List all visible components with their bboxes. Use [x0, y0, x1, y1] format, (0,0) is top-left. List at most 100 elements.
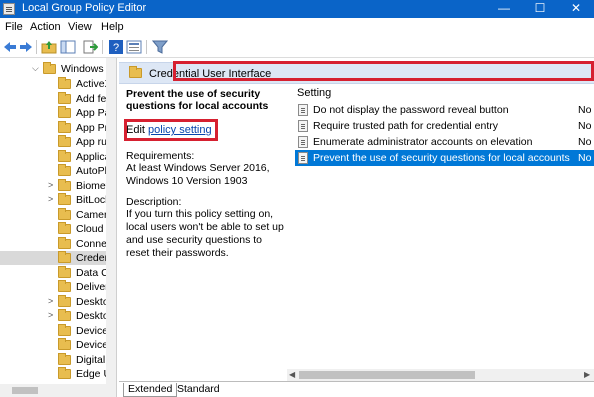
tree-item[interactable]: Applica	[0, 150, 116, 164]
toolbar-separator	[36, 40, 37, 54]
folder-icon	[58, 338, 71, 350]
svg-text:?: ?	[113, 42, 119, 54]
tree-item[interactable]: ⌵ Windows C	[0, 62, 116, 76]
tree-item[interactable]: Data C	[0, 266, 116, 280]
folder-icon	[58, 353, 71, 365]
help-icon[interactable]: ?	[108, 39, 124, 55]
show-hide-tree-icon[interactable]	[60, 39, 76, 55]
tree-item-label: Biomet	[76, 180, 109, 192]
tree-item[interactable]: Device	[0, 324, 116, 338]
tree-item[interactable]: > Biomet	[0, 179, 116, 193]
scrollbar-thumb[interactable]	[299, 371, 475, 379]
menu-view[interactable]: View	[68, 21, 92, 33]
scroll-left-icon[interactable]: ◀	[289, 370, 295, 379]
folder-icon	[58, 222, 71, 234]
tree-item[interactable]: Camera	[0, 208, 116, 222]
maximize-button[interactable]: ☐	[522, 0, 558, 18]
title-bar: Local Group Policy Editor — ☐ ✕	[0, 0, 594, 18]
app-icon	[3, 3, 15, 15]
scrollbar-thumb[interactable]	[12, 387, 38, 394]
setting-state: No	[578, 104, 592, 116]
list-horizontal-scrollbar[interactable]: ◀ ▶	[287, 369, 594, 381]
tree-item[interactable]: Cloud	[0, 222, 116, 236]
tree-item-label: Deskto	[76, 296, 109, 308]
tree-item[interactable]: Edge U	[0, 367, 116, 381]
navigation-tree: ⌵ Windows C ActiveX Add fe App Pa App Pr …	[0, 58, 117, 397]
tree-item-label: Data C	[76, 267, 109, 279]
properties-icon[interactable]	[126, 39, 142, 55]
setting-state: No	[578, 152, 592, 164]
list-item[interactable]: Do not display the password reveal butto…	[295, 102, 594, 118]
folder-icon	[58, 251, 71, 263]
expand-chevron-icon[interactable]: >	[48, 194, 53, 204]
policy-icon	[298, 104, 308, 116]
tree-item[interactable]: > Deskto	[0, 309, 116, 323]
folder-icon	[58, 92, 71, 104]
expand-chevron-icon[interactable]: >	[48, 296, 53, 306]
details-pane: Credential User Interface Prevent the us…	[119, 58, 594, 397]
tab-standard[interactable]: Standard	[173, 383, 224, 397]
tree-horizontal-scrollbar[interactable]	[0, 384, 106, 397]
list-item-selected[interactable]: Prevent the use of security questions fo…	[295, 150, 594, 166]
menu-action[interactable]: Action	[30, 21, 61, 33]
tree-item-label: Deskto	[76, 310, 109, 322]
tree-item-label: App Pr	[76, 122, 109, 134]
tree-item[interactable]: Deliver	[0, 280, 116, 294]
menu-help[interactable]: Help	[101, 21, 124, 33]
tab-extended[interactable]: Extended	[123, 383, 178, 397]
menu-file[interactable]: File	[5, 21, 23, 33]
tree-item[interactable]: App Pr	[0, 121, 116, 135]
back-icon[interactable]	[2, 39, 18, 55]
description-label: Description:	[126, 196, 182, 208]
setting-name: Require trusted path for credential entr…	[313, 120, 499, 132]
tree-item[interactable]: Device	[0, 338, 116, 352]
setting-state: No	[578, 136, 592, 148]
list-item[interactable]: Enumerate administrator accounts on elev…	[295, 134, 594, 150]
highlight-box	[124, 119, 218, 141]
tree-vertical-scrollbar[interactable]	[106, 58, 116, 397]
folder-icon	[58, 208, 71, 220]
extended-description-panel: Prevent the use of security questions fo…	[119, 84, 287, 381]
minimize-button[interactable]: —	[486, 0, 522, 18]
tree-item-label: Device	[76, 325, 109, 337]
tree-item[interactable]: > Deskto	[0, 295, 116, 309]
folder-icon	[58, 237, 71, 249]
toolbar-separator	[146, 40, 147, 54]
tree-item[interactable]: App ru	[0, 135, 116, 149]
tree-item-credential-ui[interactable]: Creden	[0, 251, 116, 265]
description-text: If you turn this policy setting on, loca…	[126, 208, 284, 259]
tree-item[interactable]: ActiveX	[0, 77, 116, 91]
tree-item-label: Conne	[76, 238, 107, 250]
expand-chevron-icon[interactable]: >	[48, 310, 53, 320]
view-tabs: Extended Standard	[119, 381, 594, 397]
export-list-icon[interactable]	[82, 39, 98, 55]
up-folder-icon[interactable]	[41, 39, 57, 55]
folder-icon	[58, 179, 71, 191]
tree-item-label: Deliver	[76, 281, 109, 293]
tree-item[interactable]: > BitLock	[0, 193, 116, 207]
expand-chevron-icon[interactable]: ⌵	[32, 63, 39, 74]
setting-column-header[interactable]: Setting	[297, 87, 331, 99]
scroll-right-icon[interactable]: ▶	[584, 370, 590, 379]
tree-item[interactable]: Conne	[0, 237, 116, 251]
folder-icon	[58, 106, 71, 118]
folder-icon	[58, 280, 71, 292]
folder-icon	[58, 295, 71, 307]
setting-state: No	[578, 120, 592, 132]
tree-item-label: Add fe	[76, 93, 107, 105]
toolbar: ?	[0, 36, 594, 58]
tree-item-label: Device	[76, 339, 109, 351]
forward-icon[interactable]	[18, 39, 34, 55]
tree-item[interactable]: Digital	[0, 353, 116, 367]
list-item[interactable]: Require trusted path for credential entr…	[295, 118, 594, 134]
filter-icon[interactable]	[152, 39, 168, 55]
expand-chevron-icon[interactable]: >	[48, 180, 53, 190]
tree-item[interactable]: Add fe	[0, 92, 116, 106]
folder-icon	[58, 164, 71, 176]
setting-name: Do not display the password reveal butto…	[313, 104, 509, 116]
folder-icon	[58, 266, 71, 278]
tree-item[interactable]: AutoPl	[0, 164, 116, 178]
folder-icon	[58, 135, 71, 147]
close-button[interactable]: ✕	[558, 0, 594, 18]
tree-item[interactable]: App Pa	[0, 106, 116, 120]
